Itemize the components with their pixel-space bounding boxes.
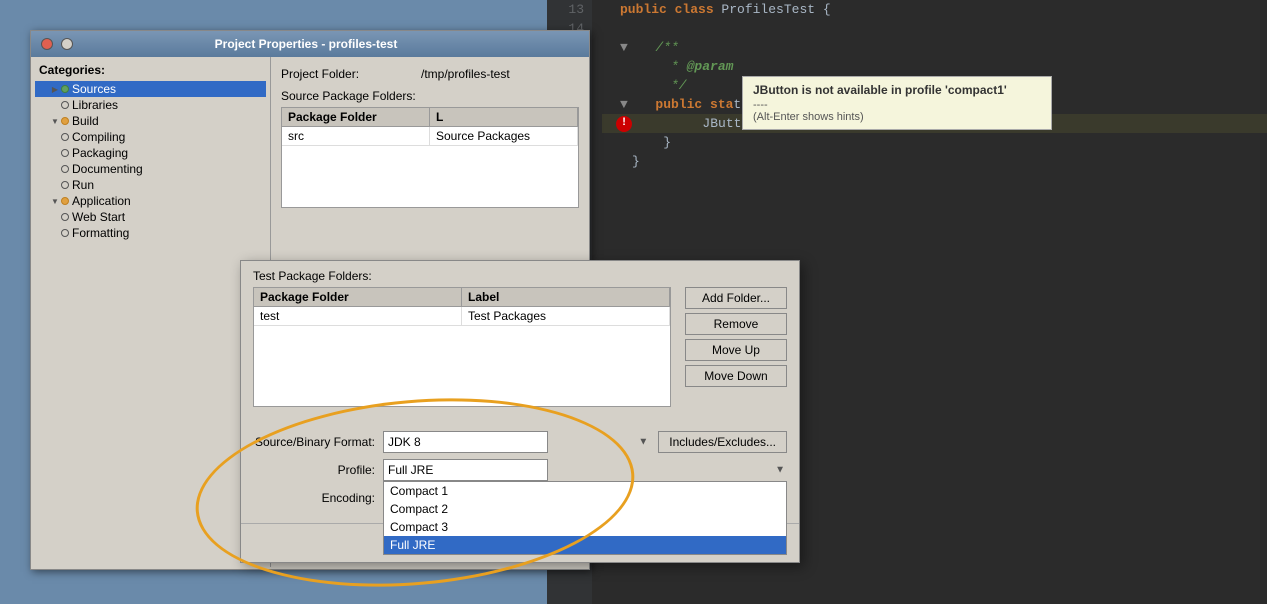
includes-excludes-button[interactable]: Includes/Excludes... — [658, 431, 787, 453]
encoding-label: Encoding: — [253, 491, 383, 505]
test-col-folder: Package Folder — [254, 288, 462, 306]
source-binary-label: Source/Binary Format: — [253, 435, 383, 449]
test-table-empty — [254, 326, 670, 406]
tree-item-compiling[interactable]: Compiling — [35, 129, 266, 145]
test-folder-cell: test — [254, 307, 462, 325]
dropdown-item-compact1[interactable]: Compact 1 — [384, 482, 786, 500]
add-folder-button[interactable]: Add Folder... — [685, 287, 787, 309]
minimize-button[interactable] — [61, 38, 73, 50]
tree-item-sources[interactable]: ▶ Sources — [35, 81, 266, 97]
profile-select[interactable] — [383, 459, 548, 481]
test-col-label: Label — [462, 288, 670, 306]
format-section: Source/Binary Format: ▼ Includes/Exclude… — [241, 423, 799, 523]
test-section-content: Package Folder Label test Test Packages … — [253, 287, 787, 415]
profile-dropdown-list: Compact 1 Compact 2 Compact 3 Full JRE — [383, 481, 787, 555]
source-folder-cell: src — [282, 127, 430, 145]
code-line-22 — [602, 171, 1267, 190]
test-package-section: Test Package Folders: Package Folder Lab… — [241, 261, 799, 423]
project-folder-value: /tmp/profiles-test — [421, 67, 579, 81]
source-col-folder: Package Folder — [282, 108, 430, 126]
source-label-cell: Source Packages — [430, 127, 578, 145]
dropdown-item-compact3[interactable]: Compact 3 — [384, 518, 786, 536]
test-table-body: test Test Packages — [254, 307, 670, 406]
remove-button[interactable]: Remove — [685, 313, 787, 335]
line-num-13: 13 — [547, 0, 584, 19]
profile-wrapper: ▼ Compact 1 Compact 2 Compact 3 Full JRE — [383, 459, 787, 481]
profile-label: Profile: — [253, 463, 383, 477]
project-folder-label: Project Folder: — [281, 67, 421, 81]
error-icon: ! — [616, 116, 632, 132]
tree-item-packaging[interactable]: Packaging — [35, 145, 266, 161]
code-line-20: } — [602, 133, 1267, 152]
test-table-row: test Test Packages — [254, 307, 670, 326]
code-line-13: public class ProfilesTest { — [602, 0, 1267, 19]
tree-item-documenting[interactable]: Documenting — [35, 161, 266, 177]
tree-item-formatting[interactable]: Formatting — [35, 225, 266, 241]
test-table-header: Package Folder Label — [254, 288, 670, 307]
tooltip-title: JButton is not available in profile 'com… — [753, 83, 1041, 97]
source-binary-wrapper: ▼ — [383, 431, 650, 453]
source-package-folders-label: Source Package Folders: — [281, 89, 579, 103]
source-table-body: src Source Packages — [282, 127, 578, 207]
project-props-floating-dialog: Test Package Folders: Package Folder Lab… — [240, 260, 800, 563]
dropdown-item-fulljre[interactable]: Full JRE — [384, 536, 786, 554]
code-line-14 — [602, 19, 1267, 38]
source-binary-row: Source/Binary Format: ▼ Includes/Exclude… — [253, 431, 787, 453]
categories-label: Categories: — [35, 63, 266, 77]
dropdown-item-compact2[interactable]: Compact 2 — [384, 500, 786, 518]
test-right-buttons: Add Folder... Remove Move Up Move Down — [677, 287, 787, 415]
test-package-label: Test Package Folders: — [253, 269, 787, 283]
close-button[interactable] — [41, 38, 53, 50]
source-binary-arrow: ▼ — [638, 437, 648, 448]
tree-item-webstart[interactable]: Web Start — [35, 209, 266, 225]
code-line-16: * @param — [602, 57, 1267, 76]
categories-panel: Categories: ▶ Sources Libraries ▼ Build — [31, 57, 271, 567]
source-binary-select[interactable] — [383, 431, 548, 453]
tree-item-run[interactable]: Run — [35, 177, 266, 193]
profile-row: Profile: ▼ Compact 1 Compact 2 Compact 3… — [253, 459, 787, 481]
tree-item-application[interactable]: ▼ Application — [35, 193, 266, 209]
tree-item-build[interactable]: ▼ Build — [35, 113, 266, 129]
profile-arrow: ▼ — [775, 465, 785, 476]
source-table-row: src Source Packages — [282, 127, 578, 146]
move-up-button[interactable]: Move Up — [685, 339, 787, 361]
source-section: Package Folder L src Source Packages — [281, 107, 579, 216]
dialog-title: Project Properties - profiles-test — [215, 37, 398, 51]
tooltip-hint: (Alt-Enter shows hints) — [753, 111, 1041, 123]
move-down-button[interactable]: Move Down — [685, 365, 787, 387]
source-table: Package Folder L src Source Packages — [281, 107, 579, 208]
source-col-label: L — [430, 108, 578, 126]
test-table: Package Folder Label test Test Packages — [253, 287, 671, 407]
dialog-titlebar: Project Properties - profiles-test — [31, 31, 589, 57]
tree-item-libraries[interactable]: Libraries — [35, 97, 266, 113]
source-table-header: Package Folder L — [282, 108, 578, 127]
code-line-15: ▼ /** — [602, 38, 1267, 57]
tooltip-separator: ---- — [753, 99, 1041, 111]
tooltip-popup: JButton is not available in profile 'com… — [742, 76, 1052, 130]
project-folder-row: Project Folder: /tmp/profiles-test — [281, 67, 579, 81]
code-line-21: } — [602, 152, 1267, 171]
test-label-cell: Test Packages — [462, 307, 670, 325]
